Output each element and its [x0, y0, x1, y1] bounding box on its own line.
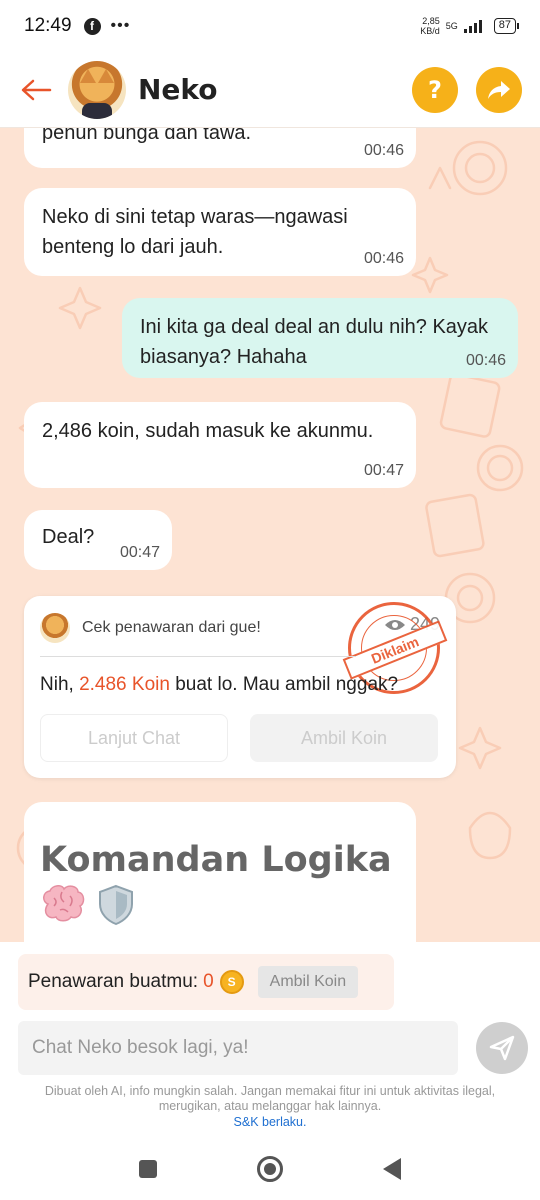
arrow-left-icon: [21, 79, 52, 100]
offer-message-suffix: buat lo. Mau ambil nggak?: [169, 674, 399, 695]
chat-title: Neko: [138, 73, 218, 106]
message-time: 00:46: [363, 250, 404, 267]
offer-bar-value: 0: [203, 971, 214, 992]
message-bubble: 2,486 koin, sudah masuk ke akunmu. 00:47: [24, 402, 416, 488]
share-button[interactable]: [476, 66, 522, 113]
message-bubble: Deal? 00:47: [24, 510, 172, 570]
back-button[interactable]: [18, 72, 54, 108]
message-time: 00:46: [363, 142, 404, 159]
coin-icon: S: [219, 970, 244, 994]
message-time: 00:47: [363, 462, 404, 479]
system-nav-bar: [0, 1138, 540, 1200]
chat-area[interactable]: penuh bunga dan tawa. 00:46 Neko di sini…: [0, 128, 540, 942]
brain-emoji-icon: [43, 885, 85, 922]
ai-disclaimer: Dibuat oleh AI, info mungkin salah. Jang…: [20, 1084, 520, 1130]
shield-emoji-icon: [99, 884, 133, 926]
message-bubble: penuh bunga dan tawa. 00:46: [24, 128, 416, 168]
message-text: Neko di sini tetap waras—ngawasi benteng…: [42, 206, 348, 258]
offer-bar-label: Penawaran buatmu:: [28, 971, 199, 992]
offer-avatar: [40, 613, 70, 643]
chat-header: Neko ?: [0, 52, 540, 128]
continue-chat-button[interactable]: Lanjut Chat: [40, 714, 228, 762]
offer-message-prefix: Nih,: [40, 674, 80, 695]
help-button[interactable]: ?: [412, 66, 458, 113]
battery-icon: 87: [493, 18, 520, 34]
offer-card: Cek penawaran dari gue! 249 Diklaim Nih,…: [24, 596, 456, 778]
facebook-notification-icon: f: [83, 17, 101, 35]
message-text: Ini kita ga deal deal an dulu nih? Kayak…: [140, 316, 489, 368]
offer-message: Nih, 2.486 Koin buat lo. Mau ambil nggak…: [40, 674, 398, 696]
recent-apps-icon[interactable]: [139, 1160, 157, 1178]
status-bar: 12:49 f ••• 2,85 KB/d 5G 87: [0, 0, 540, 52]
signal-icon: [463, 19, 482, 33]
terms-link[interactable]: S&K berlaku.: [20, 1115, 520, 1130]
take-coin-small-button[interactable]: Ambil Koin: [257, 966, 359, 998]
message-time: 00:47: [119, 544, 160, 561]
status-time: 12:49: [24, 15, 72, 36]
disclaimer-text: Dibuat oleh AI, info mungkin salah. Jang…: [44, 1084, 496, 1113]
take-coin-button[interactable]: Ambil Koin: [250, 714, 438, 762]
offer-bar: Penawaran buatmu: 0 S Ambil Koin: [18, 954, 394, 1010]
network-speed-value: 2,85: [422, 16, 440, 26]
home-icon[interactable]: [257, 1156, 283, 1182]
chat-input[interactable]: Chat Neko besok lagi, ya!: [18, 1021, 458, 1075]
offer-card-title: Cek penawaran dari gue!: [82, 619, 261, 636]
message-text: penuh bunga dan tawa.: [42, 128, 252, 144]
avatar[interactable]: [68, 60, 126, 119]
more-notifications-icon: •••: [110, 17, 131, 34]
message-bubble-user: Ini kita ga deal deal an dulu nih? Kayak…: [122, 298, 518, 378]
message-text: 2,486 koin, sudah masuk ke akunmu.: [42, 420, 374, 442]
divider: [40, 656, 356, 657]
offer-amount: 2.486 Koin: [79, 674, 170, 695]
message-text: Deal?: [42, 526, 95, 548]
send-button[interactable]: [476, 1022, 528, 1074]
large-message-title: Komandan Logika: [40, 840, 392, 880]
network-speed-unit: KB/d: [420, 26, 440, 36]
network-type: 5G: [445, 21, 458, 31]
back-triangle-icon[interactable]: [383, 1158, 401, 1180]
bottom-panel: Penawaran buatmu: 0 S Ambil Koin Chat Ne…: [0, 942, 540, 1200]
share-arrow-icon: [488, 80, 510, 99]
question-icon: ?: [428, 75, 442, 104]
message-time: 00:46: [465, 352, 506, 369]
network-speed: 2,85 KB/d: [420, 16, 440, 36]
message-bubble-large: Komandan Logika: [24, 802, 416, 942]
message-bubble: Neko di sini tetap waras—ngawasi benteng…: [24, 188, 416, 276]
send-icon: [489, 1035, 515, 1061]
